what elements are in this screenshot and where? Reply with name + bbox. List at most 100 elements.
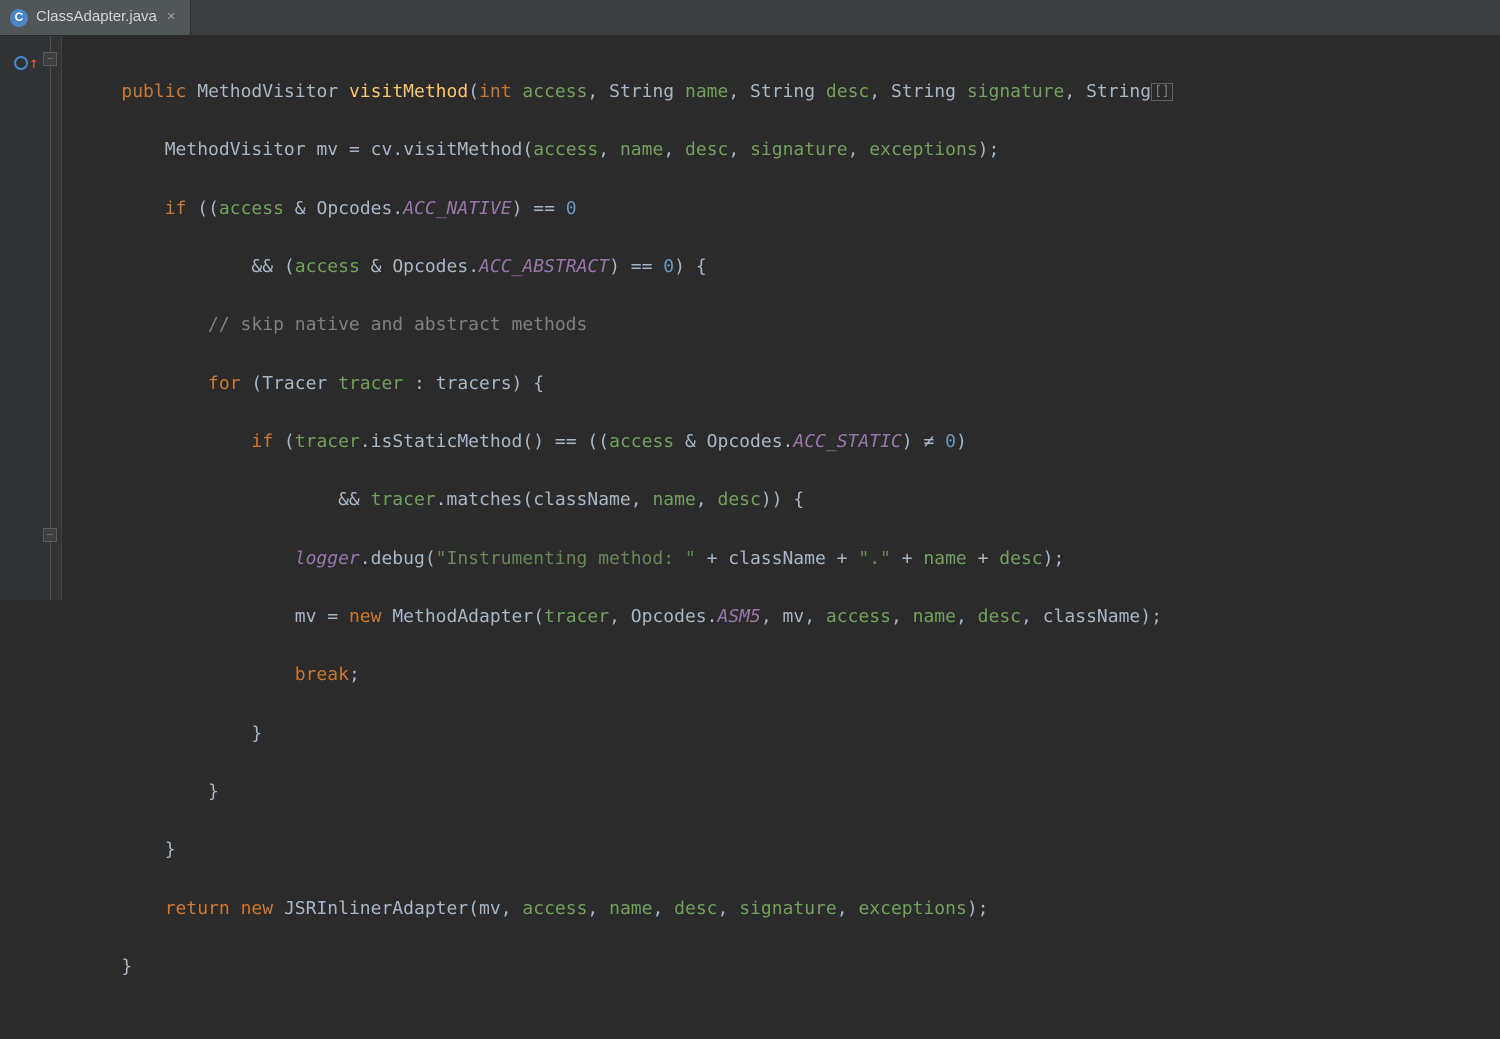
param: name: [685, 81, 728, 102]
operator: +: [902, 548, 913, 569]
arg: exceptions: [858, 898, 966, 919]
type: MethodAdapter: [392, 606, 533, 627]
java-class-icon: C: [10, 9, 28, 27]
tab-bar: C ClassAdapter.java ×: [0, 0, 1500, 36]
var: access: [219, 198, 284, 219]
keyword: public: [121, 81, 186, 102]
arg: className: [533, 489, 631, 510]
code-line[interactable]: }: [62, 777, 1500, 806]
code-line[interactable]: }: [62, 719, 1500, 748]
number: 0: [945, 431, 956, 452]
brace: }: [208, 781, 219, 802]
keyword: if: [165, 198, 187, 219]
comment: // skip native and abstract methods: [208, 314, 587, 335]
code-line[interactable]: logger.debug("Instrumenting method: " + …: [62, 544, 1500, 573]
var: tracers: [436, 373, 512, 394]
gutter: ↑ − −: [0, 36, 62, 600]
fold-toggle-icon[interactable]: −: [43, 52, 57, 66]
arg: desc: [978, 606, 1021, 627]
override-circle-icon: [14, 56, 28, 70]
type: String: [609, 81, 674, 102]
arg: signature: [739, 898, 837, 919]
param: desc: [826, 81, 869, 102]
code-line[interactable]: if ((access & Opcodes.ACC_NATIVE) == 0: [62, 194, 1500, 223]
arg: access: [522, 898, 587, 919]
operator: &&: [251, 256, 273, 277]
folded-region-icon[interactable]: []: [1151, 83, 1173, 101]
arg: tracer: [544, 606, 609, 627]
brace: }: [251, 723, 262, 744]
brace: }: [165, 839, 176, 860]
keyword: int: [479, 81, 512, 102]
arg: name: [609, 898, 652, 919]
string: ".": [858, 548, 891, 569]
code-line[interactable]: break;: [62, 660, 1500, 689]
tab-filename: ClassAdapter.java: [36, 5, 157, 29]
operator: ==: [533, 198, 555, 219]
override-marker-icon[interactable]: ↑: [14, 50, 44, 79]
string: "Instrumenting method: ": [436, 548, 696, 569]
arg: desc: [717, 489, 760, 510]
code-line[interactable]: // skip native and abstract methods: [62, 310, 1500, 339]
constant: ASM5: [717, 606, 760, 627]
var: mv: [295, 606, 317, 627]
method-call: visitMethod: [403, 139, 522, 160]
override-arrow-icon: ↑: [29, 55, 39, 71]
close-tab-icon[interactable]: ×: [165, 5, 178, 29]
type: Opcodes: [316, 198, 392, 219]
type: MethodVisitor: [197, 81, 338, 102]
operator: +: [837, 548, 848, 569]
keyword: new: [241, 898, 274, 919]
code-line[interactable]: public MethodVisitor visitMethod(int acc…: [62, 77, 1500, 106]
code-line[interactable]: for (Tracer tracer : tracers) {: [62, 369, 1500, 398]
file-tab[interactable]: C ClassAdapter.java ×: [0, 0, 191, 35]
method-call: isStaticMethod: [371, 431, 523, 452]
arg: className: [1043, 606, 1141, 627]
keyword: if: [251, 431, 273, 452]
gutter-fold-line: [50, 36, 51, 600]
code-line[interactable]: && (access & Opcodes.ACC_ABSTRACT) == 0)…: [62, 252, 1500, 281]
method-name: visitMethod: [349, 81, 468, 102]
editor[interactable]: ↑ − − public MethodVisitor visitMethod(i…: [0, 36, 1500, 600]
arg: mv: [783, 606, 805, 627]
type: Tracer: [262, 373, 327, 394]
keyword: new: [349, 606, 382, 627]
type: String: [891, 81, 956, 102]
arg: desc: [685, 139, 728, 160]
var: tracer: [338, 373, 403, 394]
arg: signature: [750, 139, 848, 160]
code-line[interactable]: }: [62, 952, 1500, 981]
operator: ==: [555, 431, 577, 452]
code-line[interactable]: }: [62, 835, 1500, 864]
var: name: [923, 548, 966, 569]
keyword: for: [208, 373, 241, 394]
arg: name: [620, 139, 663, 160]
fold-toggle-icon[interactable]: −: [43, 528, 57, 542]
arg: access: [533, 139, 598, 160]
arg: exceptions: [869, 139, 977, 160]
operator: +: [978, 548, 989, 569]
var: mv: [316, 139, 338, 160]
type: Opcodes: [392, 256, 468, 277]
arg: access: [826, 606, 891, 627]
operator: +: [707, 548, 718, 569]
var: className: [728, 548, 826, 569]
type: Opcodes: [707, 431, 783, 452]
arg: desc: [674, 898, 717, 919]
code-line[interactable]: if (tracer.isStaticMethod() == ((access …: [62, 427, 1500, 456]
method-call: debug: [371, 548, 425, 569]
code-line[interactable]: mv = new MethodAdapter(tracer, Opcodes.A…: [62, 602, 1500, 631]
operator: &&: [338, 489, 360, 510]
arg: mv: [479, 898, 501, 919]
code-line[interactable]: MethodVisitor mv = cv.visitMethod(access…: [62, 135, 1500, 164]
code-line[interactable]: return new JSRInlinerAdapter(mv, access,…: [62, 894, 1500, 923]
keyword: break: [295, 664, 349, 685]
param: signature: [967, 81, 1065, 102]
code-area[interactable]: public MethodVisitor visitMethod(int acc…: [62, 36, 1500, 600]
code-line[interactable]: && tracer.matches(className, name, desc)…: [62, 485, 1500, 514]
number: 0: [566, 198, 577, 219]
type: MethodVisitor: [165, 139, 306, 160]
param: access: [522, 81, 587, 102]
constant: ACC_NATIVE: [403, 198, 511, 219]
operator: ≠: [923, 431, 934, 452]
